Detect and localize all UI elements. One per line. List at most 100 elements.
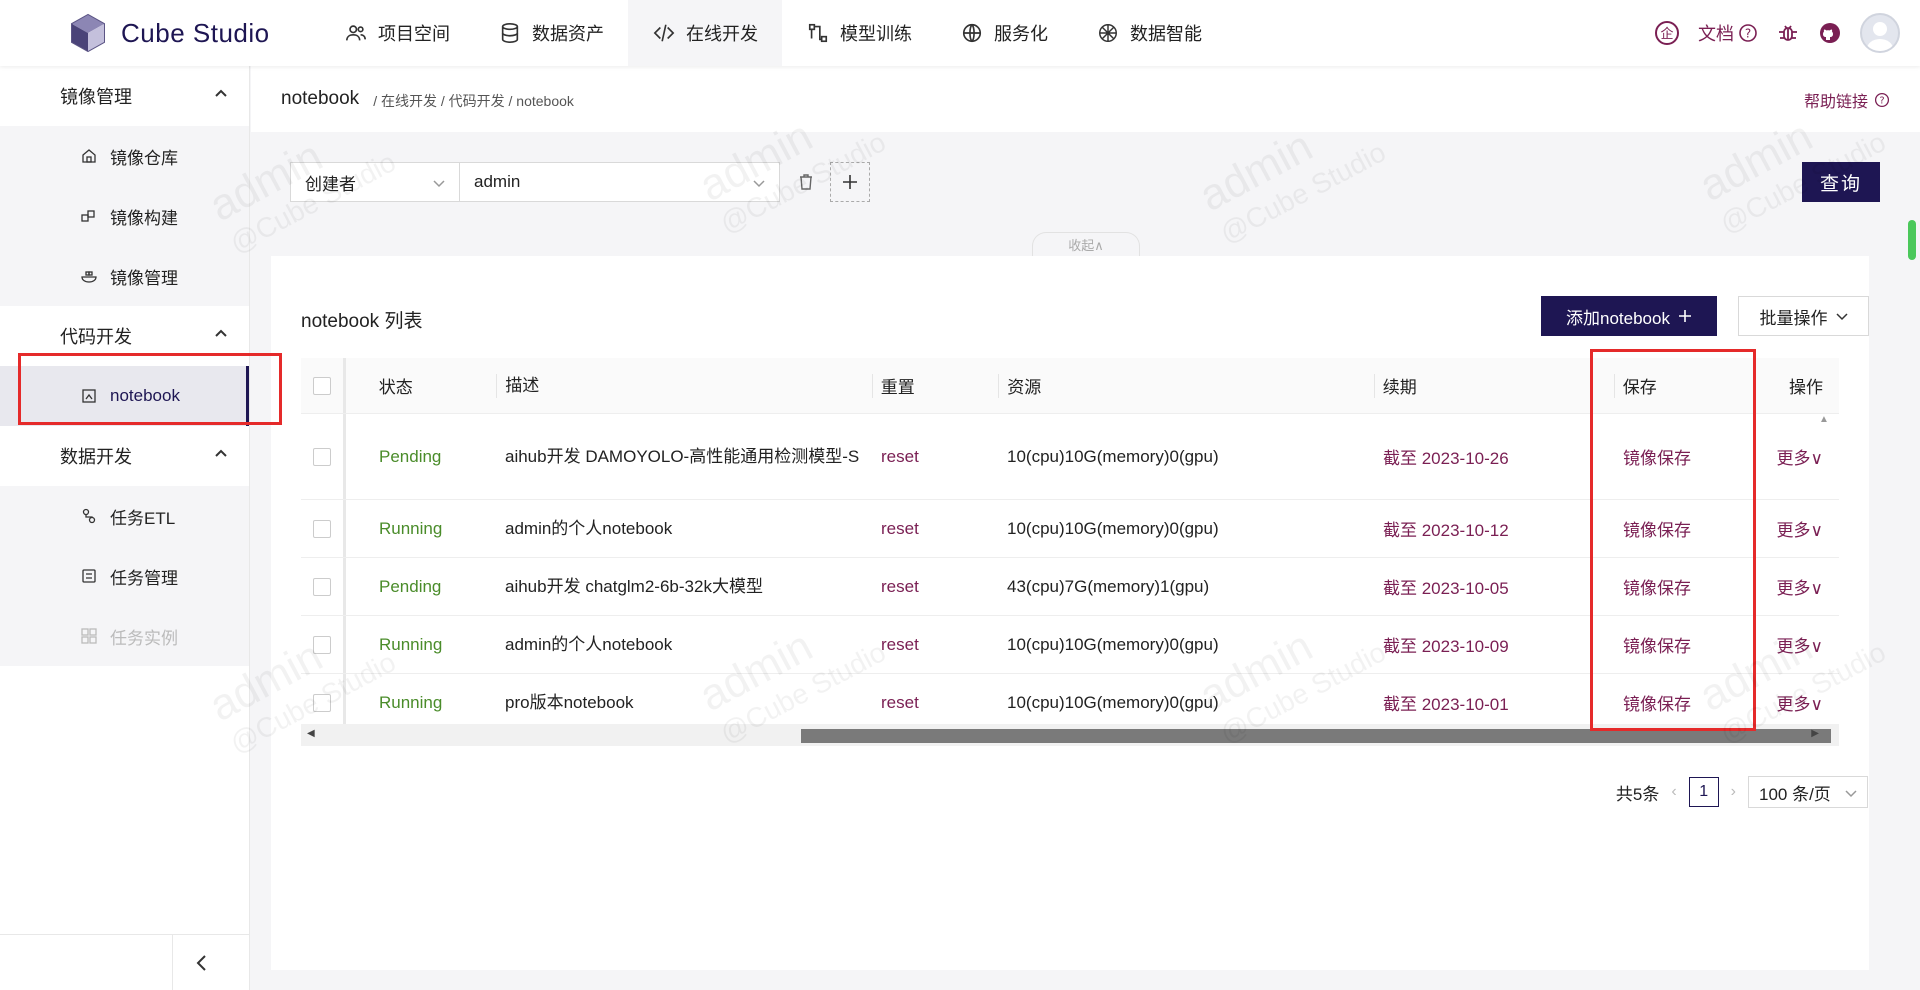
filter-value-select[interactable]: admin bbox=[460, 162, 780, 202]
sidebar-item-label: 任务实例 bbox=[110, 628, 178, 648]
database-icon bbox=[498, 21, 522, 45]
image-save-link[interactable]: 镜像保存 bbox=[1615, 516, 1755, 541]
flow-icon bbox=[806, 21, 830, 45]
renew-link[interactable]: 截至 2023-10-26 bbox=[1375, 444, 1615, 469]
image-save-link[interactable]: 镜像保存 bbox=[1615, 444, 1755, 469]
globe-icon bbox=[960, 21, 984, 45]
enterprise-icon[interactable]: 企 bbox=[1654, 20, 1680, 46]
sidebar-item-image-repo[interactable]: 镜像仓库 bbox=[0, 126, 249, 186]
sidebar-group-title: 代码开发 bbox=[60, 327, 132, 347]
collapse-filter-button[interactable]: 收起∧ bbox=[1032, 232, 1140, 256]
page-size-select[interactable]: 100 条/页 bbox=[1748, 776, 1868, 808]
sidebar-group-image[interactable]: 镜像管理 bbox=[0, 66, 249, 126]
plus-icon bbox=[1678, 310, 1691, 322]
header-status: 状态 bbox=[378, 378, 413, 397]
row-resource: 10(cpu)10G(memory)0(gpu) bbox=[1007, 518, 1219, 538]
top-header: Cube Studio 项目空间 数据资产 在线开发 模型训练 服务化 数据智能… bbox=[0, 0, 1920, 66]
nav-item-data-ai[interactable]: 数据智能 bbox=[1072, 0, 1226, 66]
sidebar-item-notebook[interactable]: notebook bbox=[0, 366, 249, 426]
image-save-link[interactable]: 镜像保存 bbox=[1615, 632, 1755, 657]
renew-link[interactable]: 截至 2023-10-12 bbox=[1375, 516, 1615, 541]
batch-operation-button[interactable]: 批量操作 bbox=[1738, 296, 1869, 336]
page-scrollbar-thumb[interactable] bbox=[1908, 220, 1916, 260]
image-build-icon bbox=[80, 207, 98, 225]
sidebar-collapse bbox=[0, 934, 250, 990]
renew-link[interactable]: 截至 2023-10-01 bbox=[1375, 690, 1615, 715]
sidebar-group-code[interactable]: 代码开发 bbox=[0, 306, 249, 366]
page-size-value: 100 条/页 bbox=[1759, 784, 1831, 804]
sidebar-item-task-instance[interactable]: 任务实例 bbox=[0, 606, 249, 666]
notebook-list-panel: notebook 列表 添加notebook 批量操作 状态 描述 重置 资源 … bbox=[271, 256, 1869, 970]
sidebar-group-items: 镜像仓库 镜像构建 镜像管理 bbox=[0, 126, 249, 306]
next-page-icon[interactable]: › bbox=[1731, 783, 1736, 801]
batch-label: 批量操作 bbox=[1759, 308, 1828, 328]
app-logo[interactable]: Cube Studio bbox=[70, 13, 270, 53]
sidebar-item-image-build[interactable]: 镜像构建 bbox=[0, 186, 249, 246]
column-divider bbox=[343, 674, 371, 731]
sidebar-collapse-button[interactable] bbox=[172, 934, 230, 990]
github-icon[interactable] bbox=[1818, 21, 1842, 45]
filter-field-select[interactable]: 创建者 bbox=[290, 162, 460, 202]
row-checkbox[interactable] bbox=[313, 635, 331, 654]
sidebar-item-image-manage[interactable]: 镜像管理 bbox=[0, 246, 249, 306]
row-checkbox[interactable] bbox=[313, 693, 331, 712]
table-horizontal-scrollbar[interactable]: ◀ ▶ bbox=[301, 724, 1839, 746]
image-save-link[interactable]: 镜像保存 bbox=[1615, 574, 1755, 599]
scroll-right-icon[interactable]: ▶ bbox=[1811, 728, 1819, 739]
prev-page-icon[interactable]: ‹ bbox=[1671, 783, 1676, 801]
add-notebook-button[interactable]: 添加notebook bbox=[1541, 296, 1717, 336]
table-row: Running admin的个人notebook reset 10(cpu)10… bbox=[301, 616, 1839, 674]
trash-icon[interactable] bbox=[796, 172, 816, 192]
page-scrollbar[interactable] bbox=[1908, 190, 1916, 270]
etl-icon bbox=[80, 507, 98, 525]
reset-link[interactable]: reset bbox=[873, 693, 999, 713]
row-select-cell bbox=[301, 519, 343, 538]
row-checkbox[interactable] bbox=[313, 577, 331, 596]
nav-item-data-assets[interactable]: 数据资产 bbox=[474, 0, 628, 66]
table-vertical-scrollbar[interactable]: ▲ bbox=[1819, 414, 1829, 724]
nav-label: 在线开发 bbox=[686, 24, 758, 44]
question-icon: ? bbox=[1739, 24, 1757, 42]
image-repo-icon bbox=[80, 147, 98, 165]
renew-link[interactable]: 截至 2023-10-05 bbox=[1375, 574, 1615, 599]
nav-item-model-train[interactable]: 模型训练 bbox=[782, 0, 936, 66]
row-checkbox[interactable] bbox=[313, 519, 331, 538]
row-select-cell bbox=[301, 577, 343, 596]
image-save-link[interactable]: 镜像保存 bbox=[1615, 690, 1755, 715]
renew-link[interactable]: 截至 2023-10-09 bbox=[1375, 632, 1615, 657]
help-link[interactable]: 帮助链接 ? bbox=[1804, 88, 1890, 112]
select-all-checkbox[interactable] bbox=[312, 376, 331, 395]
filter-field-value: 创建者 bbox=[305, 174, 356, 194]
sidebar-item-task-manage[interactable]: 任务管理 bbox=[0, 546, 249, 606]
query-button[interactable]: 查询 bbox=[1802, 162, 1880, 202]
sidebar-group-items: notebook bbox=[0, 366, 249, 426]
status-badge: Pending bbox=[379, 446, 442, 466]
nav-item-online-dev[interactable]: 在线开发 bbox=[628, 0, 782, 66]
add-filter-button[interactable] bbox=[830, 162, 870, 202]
chevron-up-icon bbox=[215, 89, 227, 97]
nav-item-service[interactable]: 服务化 bbox=[936, 0, 1072, 66]
column-divider bbox=[343, 558, 371, 615]
reset-link[interactable]: reset bbox=[873, 519, 999, 539]
row-checkbox[interactable] bbox=[313, 447, 331, 466]
task-manage-icon bbox=[80, 567, 98, 585]
chevron-up-icon bbox=[215, 329, 227, 337]
sidebar-item-task-etl[interactable]: 任务ETL bbox=[0, 486, 249, 546]
chevron-down-icon bbox=[1835, 313, 1848, 321]
scroll-left-icon[interactable]: ◀ bbox=[307, 728, 315, 739]
help-label: 帮助链接 bbox=[1803, 94, 1868, 111]
user-avatar[interactable] bbox=[1860, 13, 1900, 53]
page-current[interactable]: 1 bbox=[1688, 777, 1719, 807]
nav-item-project[interactable]: 项目空间 bbox=[320, 0, 474, 66]
sidebar-group-data-dev[interactable]: 数据开发 bbox=[0, 426, 249, 486]
pagination: 共5条 ‹ 1 › 100 条/页 bbox=[1616, 776, 1868, 808]
scrollbar-thumb[interactable] bbox=[801, 729, 1831, 743]
reset-link[interactable]: reset bbox=[873, 577, 999, 597]
reset-link[interactable]: reset bbox=[873, 635, 999, 655]
sidebar-group-items: 任务ETL 任务管理 任务实例 bbox=[0, 486, 249, 666]
bug-icon[interactable] bbox=[1776, 21, 1800, 45]
reset-link[interactable]: reset bbox=[873, 447, 999, 467]
row-desc: admin的个人notebook bbox=[505, 634, 673, 654]
docs-link[interactable]: 文档 ? bbox=[1698, 20, 1758, 46]
scroll-up-icon[interactable]: ▲ bbox=[1819, 414, 1829, 425]
